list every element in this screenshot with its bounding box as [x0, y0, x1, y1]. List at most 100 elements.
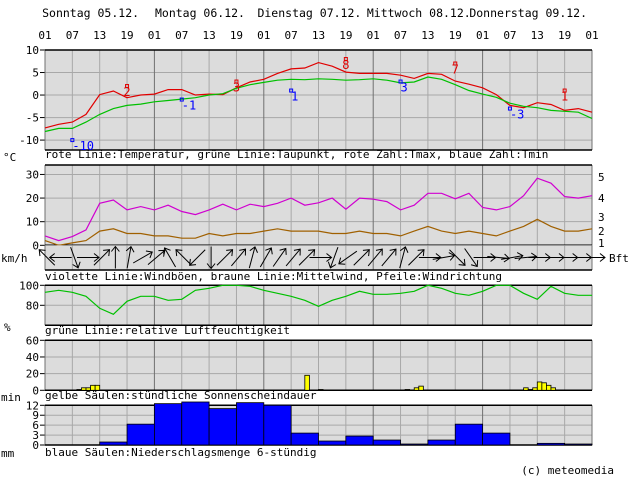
hour-label: 13	[312, 29, 325, 42]
tmin-label: 3	[401, 81, 408, 95]
hour-label: 19	[449, 29, 462, 42]
tmin-label: -3	[510, 108, 524, 122]
humidity-unit-label: %	[4, 321, 11, 334]
precipitation-bar	[181, 401, 210, 446]
precipitation-bar	[290, 432, 319, 446]
precipitation-bar	[263, 404, 292, 446]
y-tick-label: -10	[19, 134, 39, 147]
humidity-panel	[40, 284, 593, 327]
day-label: Donnerstag 09.12.	[469, 6, 587, 20]
y-tick-label: 20	[26, 368, 39, 381]
precipitation-bar	[208, 408, 237, 446]
hour-label: 07	[394, 29, 407, 42]
humidity-caption: grüne Linie:relative Luftfeuchtigkeit	[45, 324, 290, 337]
sunshine-bar	[81, 387, 87, 391]
temperature-panel	[40, 49, 593, 151]
wind-panel	[40, 164, 593, 247]
bft-tick-label: 1	[598, 237, 605, 250]
hour-label: 07	[175, 29, 188, 42]
day-label: Sonntag 05.12.	[42, 6, 139, 20]
precipitation-bar	[318, 440, 347, 446]
precipitation-bar	[427, 439, 456, 446]
y-tick-label: 10	[26, 216, 39, 229]
hour-label: 13	[202, 29, 215, 42]
y-tick-label: 80	[26, 299, 39, 312]
precipitation-bar	[454, 423, 484, 446]
sunshine-bar	[94, 384, 101, 391]
y-tick-label: -5	[26, 112, 39, 125]
sunshine-bar	[413, 387, 420, 391]
sunshine-caption: gelbe Säulen:stündliche Sonnenscheindaue…	[45, 389, 317, 402]
bft-tick-label: 5	[598, 171, 605, 184]
precipitation-bar	[400, 443, 429, 446]
y-tick-label: 20	[26, 192, 39, 205]
hour-label: 07	[66, 29, 79, 42]
y-tick-label: 10	[26, 44, 39, 57]
wind-unit-label: km/h	[1, 252, 28, 265]
tmax-label: 2	[123, 85, 130, 99]
tmin-label: 1	[291, 90, 298, 104]
tmin-label: -1	[182, 99, 196, 113]
precipitation-bar	[99, 441, 128, 446]
hour-label: 01	[38, 29, 51, 42]
precipitation-bar	[153, 403, 183, 446]
tmin-label: -10	[72, 139, 94, 153]
sunshine-bar	[304, 374, 310, 391]
precipitation-bar	[345, 435, 374, 446]
hour-label: 07	[285, 29, 298, 42]
sunshine-bar	[85, 387, 91, 391]
day-label: Mittwoch 08.12.	[367, 6, 471, 20]
day-label: Dienstag 07.12.	[257, 6, 361, 20]
sunshine-bar	[90, 384, 96, 391]
hour-label: 07	[503, 29, 516, 42]
precipitation-bar	[126, 423, 155, 446]
meteogram: Sonntag 05.12. Montag 06.12. Dienstag 07.1…	[1, 6, 629, 477]
sunshine-bar	[532, 387, 538, 391]
y-tick-label: 30	[26, 168, 39, 181]
tmax-label: 7	[452, 63, 459, 77]
bft-tick-label: 3	[598, 211, 605, 224]
hour-label: 19	[120, 29, 133, 42]
hour-label: 13	[93, 29, 106, 42]
temperature-unit-label: °C	[3, 151, 16, 164]
y-tick-label: 0	[32, 384, 39, 397]
sunshine-bar	[536, 381, 543, 391]
sunshine-panel	[40, 339, 593, 392]
y-tick-label: 5	[32, 67, 39, 80]
hour-label: 01	[585, 29, 598, 42]
sunshine-bar	[523, 387, 529, 391]
tmax-label: 1	[561, 90, 568, 104]
wind-direction-row	[38, 245, 606, 271]
precipitation-bar	[482, 432, 511, 446]
hour-label: 19	[558, 29, 571, 42]
hour-label: 13	[421, 29, 434, 42]
precipitation-caption: blaue Säulen:Niederschlagsmenge 6-stündi…	[45, 446, 317, 459]
y-tick-label: 100	[19, 279, 39, 292]
bft-tick-label: 4	[598, 192, 605, 205]
sunshine-bar	[76, 389, 82, 391]
hour-label: 19	[230, 29, 243, 42]
sunshine-unit-label: min	[1, 391, 21, 404]
bft-unit-label: Bft	[609, 252, 629, 265]
precipitation-bar	[372, 439, 401, 446]
y-tick-label: 0	[32, 439, 39, 452]
hour-label: 01	[476, 29, 489, 42]
precipitation-unit-label: mm	[1, 447, 15, 460]
hour-label: 19	[339, 29, 352, 42]
sunshine-bar	[550, 387, 556, 391]
hour-label: 13	[531, 29, 544, 42]
sunshine-bar	[404, 389, 411, 391]
hour-label: 01	[148, 29, 161, 42]
y-tick-label: 60	[26, 334, 39, 347]
y-tick-label: 0	[32, 239, 39, 252]
temperature-caption: rote Linie:Temperatur, grüne Linie:Taupu…	[45, 148, 548, 161]
precipitation-bar	[564, 443, 593, 446]
y-tick-label: 40	[26, 351, 39, 364]
hour-label: 01	[367, 29, 380, 42]
copyright: (c) meteomedia	[521, 464, 614, 477]
precipitation-bar	[536, 442, 566, 446]
sunshine-bar	[546, 384, 552, 391]
sunshine-bar	[527, 389, 534, 391]
day-label: Montag 06.12.	[155, 6, 245, 20]
hour-label: 01	[257, 29, 270, 42]
